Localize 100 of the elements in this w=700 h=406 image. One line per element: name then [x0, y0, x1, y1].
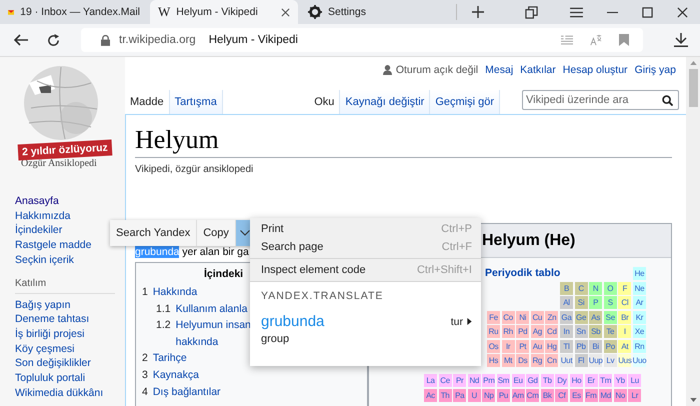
element-cell[interactable]: Es [570, 388, 583, 402]
element-cell[interactable]: Os [487, 340, 500, 352]
element-cell[interactable]: Cn [545, 354, 558, 367]
element-cell[interactable]: Tl [560, 340, 573, 352]
element-cell[interactable]: No [614, 388, 627, 402]
element-cell[interactable]: Sm [496, 374, 510, 387]
sidebar-link[interactable]: Topluluk portali [15, 371, 86, 386]
element-cell[interactable]: Nd [468, 374, 481, 387]
element-cell[interactable]: I [618, 325, 632, 338]
element-cell[interactable]: Fe [487, 310, 500, 324]
element-cell[interactable]: U [468, 388, 481, 402]
browser-tab[interactable]: 19 · Inbox — Yandex.Mail [0, 0, 148, 24]
element-cell[interactable]: Tm [599, 374, 612, 387]
element-cell[interactable]: Sb [589, 325, 602, 338]
sidebar-link[interactable]: Köy çeşmesi [15, 342, 75, 356]
element-cell[interactable]: Br [618, 310, 632, 324]
element-cell[interactable]: Np [482, 388, 496, 402]
element-cell[interactable]: O [604, 282, 617, 294]
element-cell[interactable]: Pr [453, 374, 466, 387]
sidebar-link[interactable]: Wikimedia dükkânı [15, 386, 104, 400]
menu-item[interactable]: Search page Ctrl+F [250, 238, 481, 256]
element-cell[interactable]: Ir [502, 340, 515, 352]
element-cell[interactable]: Sn [574, 325, 588, 338]
element-cell[interactable]: Rn [632, 340, 646, 352]
user-link[interactable]: Giriş yap [634, 64, 676, 76]
scroll-down-icon[interactable] [690, 398, 696, 402]
reload-icon[interactable] [47, 34, 60, 46]
element-cell[interactable]: Lu [628, 374, 642, 387]
element-cell[interactable]: Cu [530, 310, 544, 324]
element-cell[interactable]: F [618, 282, 632, 294]
element-cell[interactable]: Gd [526, 374, 540, 387]
element-cell[interactable]: Al [560, 296, 573, 309]
element-cell[interactable]: Md [599, 388, 612, 402]
new-tab-icon[interactable] [472, 6, 484, 18]
element-cell[interactable]: Uup [589, 354, 602, 367]
element-cell[interactable]: Bi [589, 340, 602, 352]
element-cell[interactable]: Ru [487, 325, 500, 338]
element-cell[interactable]: Ac [424, 388, 437, 402]
element-cell[interactable]: Pa [453, 388, 466, 402]
maximize-icon[interactable] [642, 6, 653, 18]
periodic-table-link[interactable]: Periyodik tablo [485, 267, 632, 280]
element-cell[interactable]: Ga [560, 310, 573, 324]
element-cell[interactable]: Fm [584, 388, 598, 402]
element-cell[interactable]: Yb [614, 374, 627, 387]
sidebar-link[interactable]: Son değişiklikler [15, 356, 91, 372]
sidebar-link[interactable]: Hakkımızda [15, 208, 70, 224]
address-bar[interactable]: tr.wikipedia.org Helyum - Vikipedi [81, 28, 643, 52]
search-field[interactable]: Vikipedi üzerinde ara [522, 90, 679, 110]
element-cell[interactable]: Th [438, 388, 452, 402]
element-cell[interactable]: Am [512, 388, 525, 402]
element-cell[interactable]: He [632, 267, 646, 280]
element-cell[interactable]: Bk [540, 388, 554, 402]
back-arrow-icon[interactable] [14, 34, 28, 46]
element-cell[interactable]: Fl [574, 354, 588, 367]
element-cell[interactable]: Ge [574, 310, 588, 324]
user-link[interactable]: Katkılar [520, 64, 556, 76]
element-cell[interactable]: Cd [545, 325, 558, 338]
element-cell[interactable]: Rh [502, 325, 515, 338]
element-cell[interactable]: Tb [540, 374, 554, 387]
element-cell[interactable]: Uuo [632, 354, 646, 367]
translate-icon[interactable] [590, 34, 602, 46]
element-cell[interactable]: Se [604, 310, 617, 324]
element-cell[interactable]: Po [604, 340, 617, 352]
element-cell[interactable]: Eu [512, 374, 525, 387]
language-selector[interactable]: tur [450, 316, 472, 328]
element-cell[interactable]: Hs [487, 354, 500, 367]
element-cell[interactable]: Zn [545, 310, 558, 324]
element-cell[interactable]: Uus [618, 354, 632, 367]
element-cell[interactable]: Au [530, 340, 544, 352]
element-cell[interactable]: Dy [555, 374, 568, 387]
element-cell[interactable]: Cm [526, 388, 540, 402]
sidebar-link[interactable]: Bağış yapın [15, 298, 70, 312]
element-cell[interactable]: C [574, 282, 588, 294]
element-cell[interactable]: Cl [618, 296, 632, 309]
element-cell[interactable]: In [560, 325, 573, 338]
element-cell[interactable]: Rg [530, 354, 544, 367]
element-cell[interactable]: Cf [555, 388, 568, 402]
element-cell[interactable]: La [424, 374, 437, 387]
user-link[interactable]: Hesap oluştur [562, 64, 628, 76]
toc-link[interactable]: Hakkında [152, 284, 198, 301]
element-cell[interactable]: Pm [482, 374, 496, 387]
element-cell[interactable]: Si [574, 296, 588, 309]
element-cell[interactable]: As [589, 310, 602, 324]
toolbar-button[interactable]: Search Yandex [110, 220, 198, 246]
element-cell[interactable]: Ne [632, 282, 646, 294]
toc-link[interactable]: Kullanım alanla [176, 300, 248, 318]
tabs-icon[interactable] [525, 6, 538, 18]
element-cell[interactable]: Mt [502, 354, 515, 367]
element-cell[interactable]: Ds [516, 354, 530, 367]
element-cell[interactable]: Pb [574, 340, 588, 352]
element-cell[interactable]: Pd [516, 325, 530, 338]
element-cell[interactable]: Ho [570, 374, 583, 387]
element-cell[interactable]: B [560, 282, 573, 294]
sidebar-link[interactable]: İş birliği projesi [15, 326, 84, 342]
page-tab[interactable]: Kaynağı değiştir [340, 90, 430, 114]
toc-link[interactable]: Dış bağlantılar [152, 384, 221, 400]
toc-link[interactable]: Kaynakça [152, 366, 199, 384]
element-cell[interactable]: Kr [632, 310, 646, 324]
toc-link[interactable]: Helyumun insan hakkında [176, 317, 251, 350]
download-icon[interactable] [674, 33, 688, 47]
